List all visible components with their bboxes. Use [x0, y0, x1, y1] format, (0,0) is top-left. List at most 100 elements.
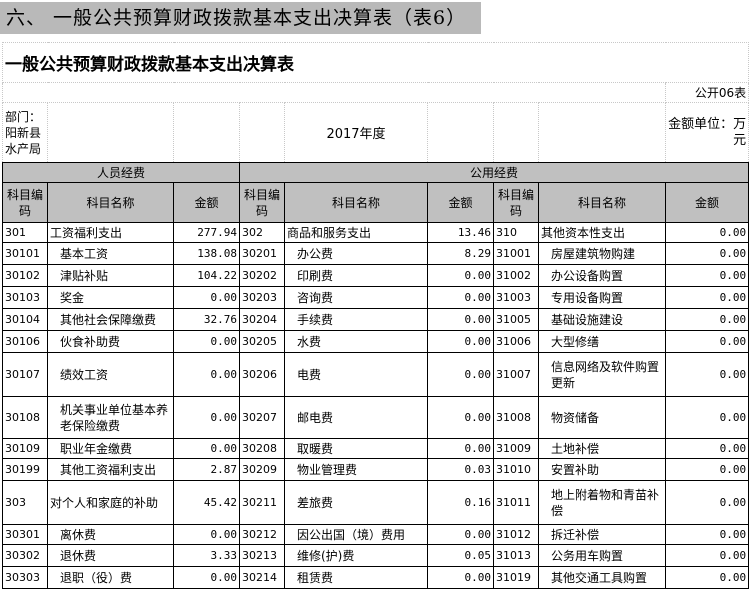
subject-code: 31002: [493, 264, 539, 287]
amount: 8.29: [427, 242, 494, 265]
subject-name: 土地补偿: [538, 438, 666, 459]
amount: 0.00: [173, 566, 240, 589]
subject-name: 离休费: [47, 524, 174, 545]
col-header-name: 科目名称: [47, 182, 174, 223]
subject-code: 303: [2, 480, 48, 525]
subject-code: 30108: [2, 396, 48, 439]
subject-code: 31005: [493, 308, 539, 331]
subject-name: 信息网络及软件购置更新: [538, 352, 666, 397]
table-row: 301 工资福利支出 277.94 302 商品和服务支出 13.46 310 其他资本性支出…: [2, 222, 750, 243]
department-label: 部门：阳新县水产局: [2, 102, 48, 163]
subject-code: 30201: [239, 242, 285, 265]
subject-code: 31003: [493, 286, 539, 309]
amount: 0.00: [664, 458, 750, 481]
subject-name: 津贴补贴: [47, 264, 174, 287]
subject-code: 30302: [2, 544, 48, 567]
subject-code: 310: [493, 222, 539, 243]
subject-name: 职业年金缴费: [47, 438, 174, 459]
subject-name: 地上附着物和青苗补偿: [538, 480, 666, 525]
col-header-amount: 金额: [664, 182, 750, 223]
subject-name: 其他资本性支出: [538, 222, 666, 243]
subject-name: 机关事业单位基本养老保险缴费: [47, 396, 174, 439]
col-header-name: 科目名称: [284, 182, 428, 223]
subject-code: 30213: [239, 544, 285, 567]
table-row: 30107 绩效工资 0.00 30206 电费 0.00 31007 信息网络及软件购置更新…: [2, 352, 750, 397]
subject-code: 301: [2, 222, 48, 243]
subject-code: 30207: [239, 396, 285, 439]
subject-name: 其他社会保障缴费: [47, 308, 174, 331]
col-header-code: 科目编码: [239, 182, 285, 223]
subject-name: 退休费: [47, 544, 174, 567]
amount: 104.22: [173, 264, 240, 287]
table-row: 30199 其他工资福利支出 2.87 30209 物业管理费 0.03 31010 安置补助…: [2, 458, 750, 481]
subject-name: 租赁费: [284, 566, 428, 589]
amount: 0.00: [664, 524, 750, 545]
table-row: 30101 基本工资 138.08 30201 办公费 8.29 31001 房屋建筑物购建 0…: [2, 242, 750, 265]
amount: 0.00: [427, 330, 494, 353]
col-header-amount: 金额: [173, 182, 240, 223]
amount: 2.87: [173, 458, 240, 481]
amount: 0.00: [664, 242, 750, 265]
subject-code: 31008: [493, 396, 539, 439]
subject-name: 基本工资: [47, 242, 174, 265]
form-number: 公开06表: [664, 82, 750, 103]
amount: 0.00: [427, 286, 494, 309]
subject-name: 伙食补助费: [47, 330, 174, 353]
subject-name: 水费: [284, 330, 428, 353]
amount: 0.00: [173, 352, 240, 397]
subject-code: 31011: [493, 480, 539, 525]
amount: 0.00: [173, 396, 240, 439]
amount: 138.08: [173, 242, 240, 265]
group-header-personnel: 人员经费: [2, 162, 240, 183]
subject-name: 其他工资福利支出: [47, 458, 174, 481]
subject-code: 30202: [239, 264, 285, 287]
subject-code: 31019: [493, 566, 539, 589]
subject-code: 31013: [493, 544, 539, 567]
subject-name: 退职（役）费: [47, 566, 174, 589]
table-title: 一般公共预算财政拨款基本支出决算表: [1, 42, 750, 83]
subject-name: 差旅费: [284, 480, 428, 525]
amount: 0.00: [664, 222, 750, 243]
table-row: 30302 退休费 3.33 30213 维修(护)费 0.05 31013 公务用车购置 0.…: [2, 544, 750, 567]
subject-name: 取暖费: [284, 438, 428, 459]
subject-code: 30208: [239, 438, 285, 459]
subject-name: 基础设施建设: [538, 308, 666, 331]
subject-name: 印刷费: [284, 264, 428, 287]
subject-code: 30199: [2, 458, 48, 481]
amount: 0.00: [664, 286, 750, 309]
amount: 0.00: [664, 352, 750, 397]
subject-name: 办公设备购置: [538, 264, 666, 287]
table-row: 303 对个人和家庭的补助 45.42 30211 差旅费 0.16 31011 地上附着物和…: [2, 480, 750, 525]
subject-code: 30212: [239, 524, 285, 545]
subject-name: 拆迁补偿: [538, 524, 666, 545]
amount: 0.00: [173, 330, 240, 353]
amount: 3.33: [173, 544, 240, 567]
subject-code: 30205: [239, 330, 285, 353]
subject-name: 办公费: [284, 242, 428, 265]
subject-name: 手续费: [284, 308, 428, 331]
subject-name: 维修(护)费: [284, 544, 428, 567]
subject-code: 302: [239, 222, 285, 243]
subject-code: 30303: [2, 566, 48, 589]
subject-name: 绩效工资: [47, 352, 174, 397]
amount: 0.00: [664, 480, 750, 525]
table-row: 30303 退职（役）费 0.00 30214 租赁费 0.00 31019 其他交通工具购置…: [2, 566, 750, 589]
subject-name: 电费: [284, 352, 428, 397]
subject-code: 30104: [2, 308, 48, 331]
subject-code: 30211: [239, 480, 285, 525]
subject-name: 物资储备: [538, 396, 666, 439]
col-header-code: 科目编码: [493, 182, 539, 223]
col-header-name: 科目名称: [538, 182, 666, 223]
subject-code: 30103: [2, 286, 48, 309]
subject-code: 30209: [239, 458, 285, 481]
subject-name: 大型修缮: [538, 330, 666, 353]
section-heading: 六、 一般公共预算财政拨款基本支出决算表（表6）: [0, 2, 481, 34]
subject-name: 邮电费: [284, 396, 428, 439]
amount: 0.00: [427, 352, 494, 397]
subject-name: 其他交通工具购置: [538, 566, 666, 589]
subject-code: 30101: [2, 242, 48, 265]
amount: 0.00: [427, 396, 494, 439]
subject-name: 咨询费: [284, 286, 428, 309]
subject-code: 30107: [2, 352, 48, 397]
subject-code: 30301: [2, 524, 48, 545]
